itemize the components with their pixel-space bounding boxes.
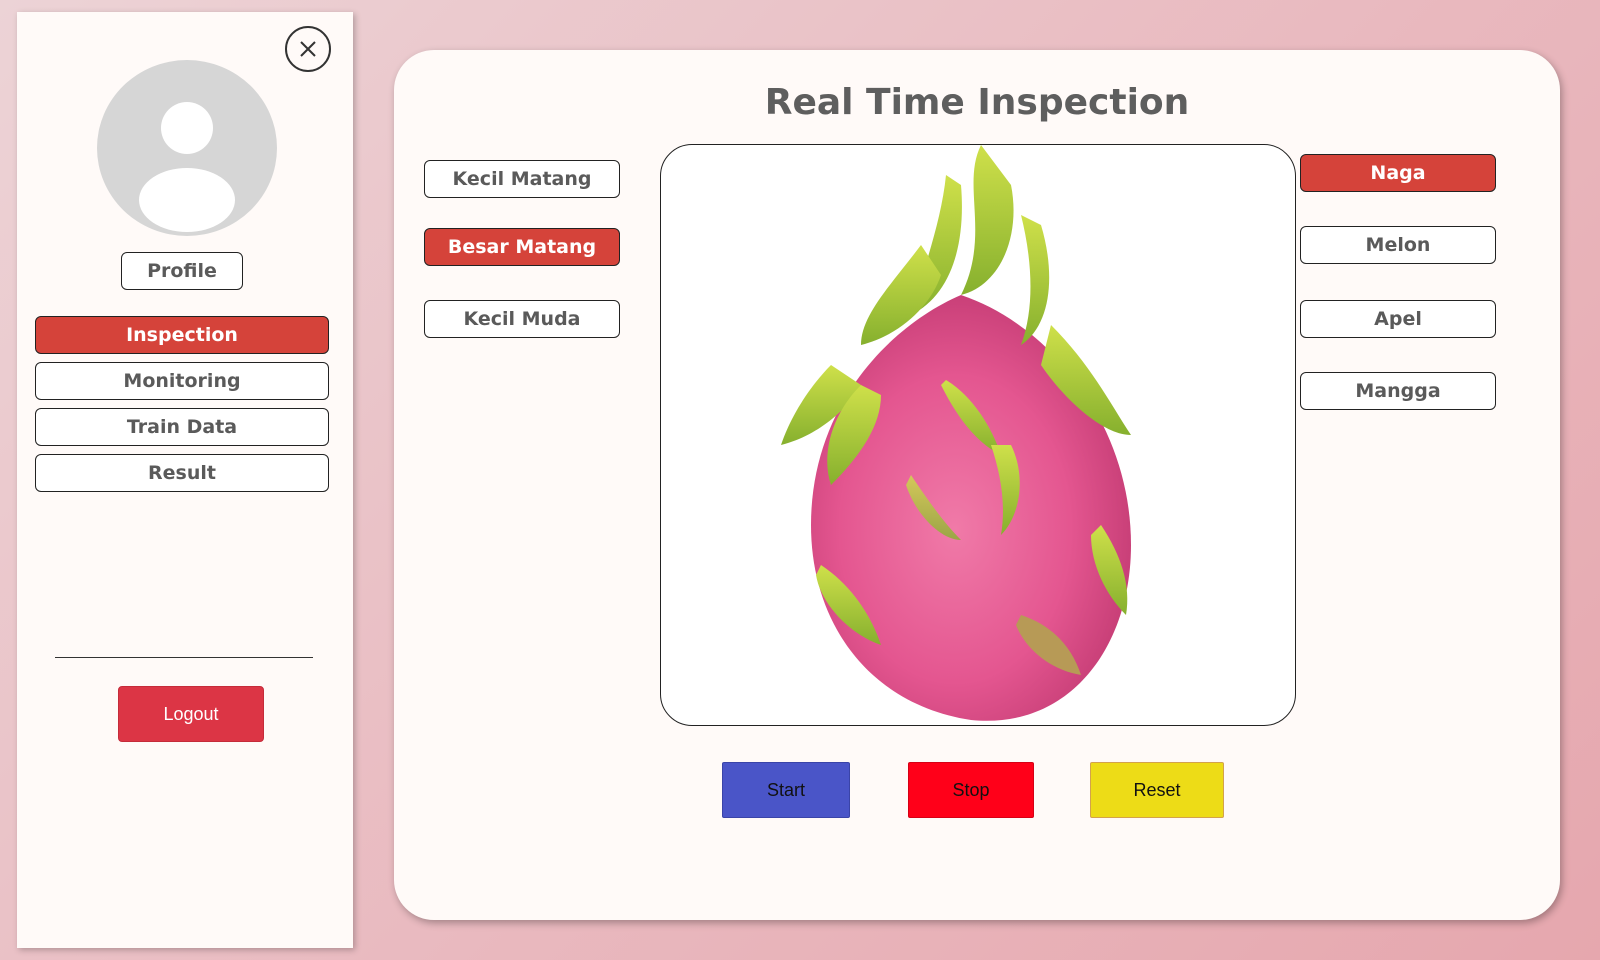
dragon-fruit-image bbox=[781, 145, 1131, 721]
avatar bbox=[97, 60, 277, 236]
nav-inspection[interactable]: Inspection bbox=[35, 316, 329, 354]
logout-button[interactable]: Logout bbox=[118, 686, 264, 742]
category-kecil-muda[interactable]: Kecil Muda bbox=[424, 300, 620, 338]
sidebar: Profile Inspection Monitoring Train Data… bbox=[17, 12, 353, 948]
page-title: Real Time Inspection bbox=[764, 82, 1190, 123]
fruit-naga[interactable]: Naga bbox=[1300, 154, 1496, 192]
user-icon bbox=[139, 102, 235, 232]
fruit-melon[interactable]: Melon bbox=[1300, 226, 1496, 264]
fruit-mangga[interactable]: Mangga bbox=[1300, 372, 1496, 410]
profile-button[interactable]: Profile bbox=[121, 252, 243, 290]
category-besar-matang[interactable]: Besar Matang bbox=[424, 228, 620, 266]
nav-result[interactable]: Result bbox=[35, 454, 329, 492]
start-button[interactable]: Start bbox=[722, 762, 850, 818]
inspection-panel: Real Time Inspection Kecil Matang Besar … bbox=[394, 50, 1560, 920]
stop-button[interactable]: Stop bbox=[908, 762, 1034, 818]
close-button[interactable] bbox=[285, 26, 331, 72]
camera-view bbox=[660, 144, 1296, 726]
nav-monitoring[interactable]: Monitoring bbox=[35, 362, 329, 400]
category-kecil-matang[interactable]: Kecil Matang bbox=[424, 160, 620, 198]
reset-button[interactable]: Reset bbox=[1090, 762, 1224, 818]
divider bbox=[55, 657, 313, 658]
fruit-apel[interactable]: Apel bbox=[1300, 300, 1496, 338]
nav-train-data[interactable]: Train Data bbox=[35, 408, 329, 446]
close-icon bbox=[300, 41, 316, 57]
